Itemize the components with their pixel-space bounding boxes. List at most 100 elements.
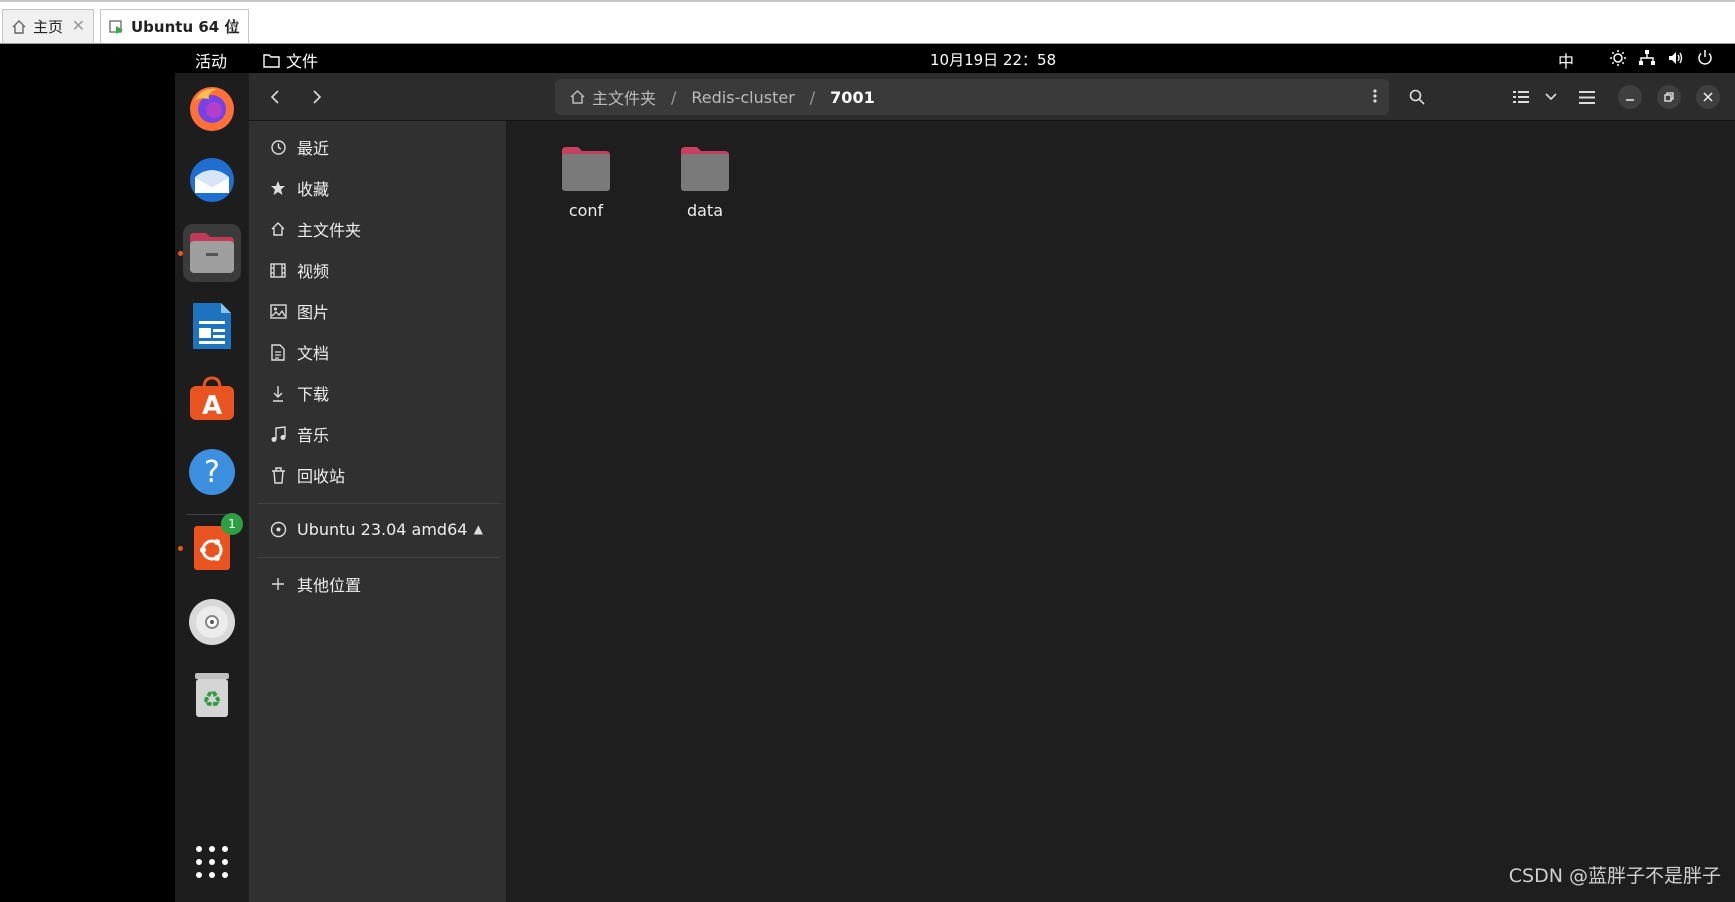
file-item-data[interactable]: data: [660, 145, 750, 220]
chevron-down-icon: [1545, 93, 1557, 101]
path-bar[interactable]: 主文件夹 / Redis-cluster / 7001: [555, 79, 1389, 115]
sidebar-item-music[interactable]: 音乐: [257, 415, 499, 453]
minimize-button[interactable]: [1618, 85, 1642, 109]
sidebar-item-downloads[interactable]: 下载: [257, 374, 499, 412]
sidebar-item-label: 收藏: [297, 180, 330, 199]
dock-trash[interactable]: ♻: [183, 666, 241, 724]
vm-tab-ubuntu[interactable]: Ubuntu 64 位 ✕: [100, 9, 249, 43]
search-button[interactable]: [1401, 81, 1433, 113]
file-view[interactable]: conf data: [508, 121, 1735, 902]
dock-files[interactable]: [178, 224, 241, 282]
input-method-indicator[interactable]: 中: [1558, 48, 1574, 72]
power-icon: [1698, 50, 1712, 65]
clock[interactable]: 10月19日 22：58: [930, 49, 1056, 70]
header-bar: 主文件夹 / Redis-cluster / 7001: [249, 73, 1735, 121]
sidebar-item-device[interactable]: Ubuntu 23.04 amd64 ▲: [257, 510, 499, 548]
breadcrumb-label: 7001: [830, 87, 875, 107]
folder-icon: [681, 147, 729, 191]
film-icon: [261, 262, 295, 278]
top-bar: 活动 文件 10月19日 22：58 中: [175, 44, 1735, 73]
clock-icon: [261, 139, 295, 156]
sidebar-item-label: 最近: [297, 139, 330, 158]
view-options-button[interactable]: [1539, 81, 1563, 113]
list-view-button[interactable]: [1507, 81, 1535, 113]
close-button[interactable]: [1696, 85, 1720, 109]
chevron-right-icon: [313, 90, 322, 104]
breadcrumb-separator: /: [809, 87, 816, 107]
activities-button[interactable]: 活动: [195, 48, 227, 72]
sidebar-item-documents[interactable]: 文档: [257, 333, 499, 371]
sidebar-item-trash[interactable]: 回收站: [257, 456, 499, 494]
app-menu[interactable]: 文件: [263, 48, 318, 72]
sidebar-item-videos[interactable]: 视频: [257, 251, 499, 289]
sidebar-item-label: 主文件夹: [297, 221, 362, 240]
sidebar-item-label: 文档: [297, 344, 330, 363]
star-icon: [261, 180, 295, 196]
trash-icon: [261, 466, 295, 484]
app-menu-label: 文件: [286, 52, 319, 71]
dvd-icon: [189, 599, 235, 645]
folder-icon: [562, 147, 610, 191]
sidebar-item-label: 视频: [297, 262, 330, 281]
close-icon[interactable]: ✕: [227, 16, 240, 35]
vm-tab-label: Ubuntu 64 位: [131, 18, 240, 36]
files-window: 主文件夹 / Redis-cluster / 7001 最近 收藏 主文件夹 视…: [249, 73, 1735, 902]
svg-text:A: A: [202, 391, 222, 421]
svg-text:?: ?: [204, 455, 220, 490]
music-icon: [261, 425, 295, 443]
sidebar-divider: [257, 557, 500, 558]
folder-icon: [263, 53, 280, 68]
kebab-menu-icon: [1373, 89, 1377, 103]
vm-icon: [109, 19, 123, 34]
system-tray[interactable]: [1609, 49, 1714, 67]
brightness-icon: [1610, 50, 1626, 66]
breadcrumb-home[interactable]: 主文件夹: [569, 85, 656, 109]
dock-help[interactable]: ?: [183, 443, 241, 501]
download-icon: [261, 385, 295, 402]
close-icon[interactable]: ✕: [72, 16, 85, 35]
breadcrumb-current[interactable]: 7001: [830, 88, 875, 107]
dock-writer[interactable]: [183, 297, 241, 355]
chevron-left-icon: [270, 90, 279, 104]
running-indicator: [178, 251, 183, 256]
file-item-conf[interactable]: conf: [541, 145, 631, 220]
sidebar-item-other-locations[interactable]: 其他位置: [257, 565, 499, 603]
vm-tab-home[interactable]: 主页 ✕: [2, 9, 94, 43]
guest-margin: [0, 44, 175, 902]
back-button[interactable]: [257, 81, 293, 113]
sidebar-item-label: 下载: [297, 385, 330, 404]
sidebar-item-home[interactable]: 主文件夹: [257, 210, 499, 248]
eject-icon[interactable]: ▲: [474, 522, 483, 536]
sidebar-item-pictures[interactable]: 图片: [257, 292, 499, 330]
app-center-icon: A: [190, 376, 234, 421]
firefox-icon: [190, 87, 234, 131]
sidebar-item-label: Ubuntu 23.04 amd64: [297, 519, 468, 539]
restore-button[interactable]: [1657, 85, 1681, 109]
trash-icon: ♻: [195, 673, 229, 717]
vm-tab-strip: 主页 ✕ Ubuntu 64 位 ✕: [0, 0, 1735, 44]
dock-app-center[interactable]: A: [183, 370, 241, 428]
dock-ubuntu-installer[interactable]: 1: [178, 513, 243, 577]
sidebar-item-label: 其他位置: [297, 576, 362, 595]
path-menu-button[interactable]: [1373, 88, 1377, 108]
sidebar-divider: [257, 503, 500, 504]
sidebar-item-label: 图片: [297, 303, 330, 322]
dock-thunderbird[interactable]: [183, 151, 241, 209]
sidebar-item-starred[interactable]: 收藏: [257, 169, 499, 207]
sidebar-item-recent[interactable]: 最近: [257, 128, 499, 166]
breadcrumb-label: 主文件夹: [592, 89, 657, 108]
main-menu-button[interactable]: [1572, 81, 1602, 113]
thunderbird-icon: [190, 158, 234, 202]
writer-icon: [193, 303, 231, 349]
home-icon: [12, 19, 26, 34]
vm-tab-label: 主页: [33, 18, 64, 36]
dock-dvd[interactable]: [183, 593, 241, 651]
dock-firefox[interactable]: [183, 79, 241, 137]
svg-text:♻: ♻: [202, 688, 222, 713]
dock-show-apps[interactable]: [183, 833, 241, 891]
breadcrumb-redis-cluster[interactable]: Redis-cluster: [691, 88, 794, 107]
watermark: CSDN @蓝胖子不是胖子: [1508, 865, 1721, 887]
disc-icon: [261, 521, 295, 538]
help-icon: ?: [189, 449, 235, 495]
forward-button[interactable]: [299, 81, 335, 113]
